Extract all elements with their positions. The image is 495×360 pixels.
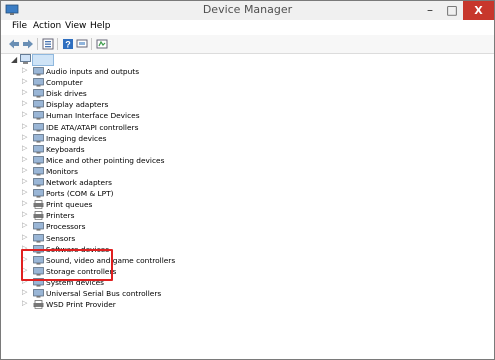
tree-item[interactable]: ▷ IDE ATA/ATAPI controllers xyxy=(4,122,304,133)
expand-arrow-icon[interactable]: ▷ xyxy=(22,77,27,85)
tree-item[interactable]: ▷ Human Interface Devices xyxy=(4,110,304,121)
scan-hardware-icon[interactable] xyxy=(76,38,88,50)
tree-item-label: WSD Print Provider xyxy=(46,300,116,310)
ide-icon xyxy=(33,122,44,132)
tree-item-label: Computer xyxy=(46,78,83,88)
tree-item-label: Universal Serial Bus controllers xyxy=(46,289,162,298)
expand-arrow-icon[interactable]: ▷ xyxy=(22,110,27,118)
tree-item[interactable]: ▷ Printers xyxy=(4,210,304,221)
collapse-icon[interactable]: ◢ xyxy=(11,55,17,64)
expand-arrow-icon[interactable]: ▷ xyxy=(22,177,27,185)
device-tree: ◢ ▷ Audio inputs and outputs ▷ Computer ▷ Dis… xyxy=(4,54,492,357)
menu-help[interactable]: Help xyxy=(90,21,111,31)
tree-item-label: Disk drives xyxy=(46,89,87,99)
expand-arrow-icon[interactable]: ▷ xyxy=(22,233,27,241)
sensor-icon xyxy=(33,233,44,243)
speaker-icon xyxy=(33,67,44,76)
menu-bar: File Action View Help xyxy=(1,20,494,35)
device-view-icon[interactable] xyxy=(96,38,108,50)
tree-item-label: Sensors xyxy=(46,233,76,243)
tree-item[interactable]: ▷ Disk drives xyxy=(4,88,304,99)
tree-item[interactable]: ▷ Network adapters xyxy=(4,177,304,188)
tree-item[interactable]: ▷ Processors xyxy=(4,221,304,232)
tree-item-label: Print queues xyxy=(46,200,93,210)
title-bar[interactable]: Device Manager – □ X xyxy=(1,1,494,20)
printer-icon xyxy=(33,211,44,221)
menu-view[interactable]: View xyxy=(65,21,86,31)
display-adapter-icon xyxy=(33,100,44,109)
back-icon[interactable] xyxy=(8,38,20,50)
tree-item[interactable]: ▷ Monitors xyxy=(4,166,304,177)
tree-item[interactable]: ▷ Mice and other pointing devices xyxy=(4,155,304,166)
tree-item-label: Processors xyxy=(46,222,86,232)
tree-item[interactable]: ▷ Display adapters xyxy=(4,99,304,110)
tree-item-label: Printers xyxy=(46,211,75,221)
processor-icon xyxy=(33,222,44,231)
maximize-button[interactable]: □ xyxy=(441,1,463,20)
highlight-box xyxy=(21,249,113,281)
keyboard-icon xyxy=(33,144,44,154)
expand-arrow-icon[interactable]: ▷ xyxy=(22,188,27,196)
tree-item[interactable]: ▷ Computer xyxy=(4,77,304,88)
toolbar-separator xyxy=(91,38,92,50)
tree-item-label: Ports (COM & LPT) xyxy=(46,189,114,199)
tree-item[interactable]: ▷ WSD Print Provider xyxy=(4,299,304,310)
expand-arrow-icon[interactable]: ▷ xyxy=(22,166,27,174)
help-icon[interactable]: ? xyxy=(62,38,74,50)
tree-item-label: Audio inputs and outputs xyxy=(46,67,140,76)
device-manager-window: Device Manager – □ X File Action View He… xyxy=(0,0,495,360)
svg-text:?: ? xyxy=(65,40,71,50)
expand-arrow-icon[interactable]: ▷ xyxy=(22,221,27,229)
wsd-printer-icon xyxy=(33,300,44,309)
forward-icon[interactable] xyxy=(22,38,34,50)
computer-icon xyxy=(33,78,44,87)
expand-arrow-icon[interactable]: ▷ xyxy=(22,122,27,130)
computer-icon xyxy=(20,54,31,64)
close-button[interactable]: X xyxy=(463,1,494,20)
tree-item-label: Keyboards xyxy=(46,144,85,154)
expand-arrow-icon[interactable]: ▷ xyxy=(22,210,27,218)
menu-file[interactable]: File xyxy=(12,21,27,31)
expand-arrow-icon[interactable]: ▷ xyxy=(22,133,27,141)
properties-icon[interactable] xyxy=(42,38,54,50)
monitor-icon xyxy=(33,167,44,176)
expand-arrow-icon[interactable]: ▷ xyxy=(22,66,27,74)
toolbar-separator xyxy=(37,38,38,50)
toolbar-separator xyxy=(57,38,58,50)
disk-icon xyxy=(33,89,44,98)
menu-action[interactable]: Action xyxy=(33,21,61,31)
toolbar: ? xyxy=(1,35,494,54)
tree-item-label: Mice and other pointing devices xyxy=(46,155,165,165)
expand-arrow-icon[interactable]: ▷ xyxy=(22,88,27,96)
tree-item[interactable]: ▷ Imaging devices xyxy=(4,133,304,144)
tree-item-label: Network adapters xyxy=(46,178,112,187)
computer-name-selected[interactable] xyxy=(32,54,54,66)
tree-item-label: Imaging devices xyxy=(46,133,107,143)
tree-item[interactable]: ▷ Keyboards xyxy=(4,144,304,155)
tree-item[interactable]: ▷ Universal Serial Bus controllers xyxy=(4,288,304,299)
mouse-icon xyxy=(33,155,44,165)
tree-item[interactable]: ▷ Audio inputs and outputs xyxy=(4,66,304,77)
expand-arrow-icon[interactable]: ▷ xyxy=(22,299,27,307)
port-icon xyxy=(33,189,44,198)
expand-arrow-icon[interactable]: ▷ xyxy=(22,288,27,296)
expand-arrow-icon[interactable]: ▷ xyxy=(22,199,27,207)
network-icon xyxy=(33,178,44,187)
hid-icon xyxy=(33,111,44,120)
expand-arrow-icon[interactable]: ▷ xyxy=(22,144,27,152)
tree-item[interactable]: ▷ Sensors xyxy=(4,233,304,244)
tree-item-label: Display adapters xyxy=(46,100,109,110)
tree-item-label: IDE ATA/ATAPI controllers xyxy=(46,122,139,132)
printer-icon xyxy=(33,200,44,209)
expand-arrow-icon[interactable]: ▷ xyxy=(22,155,27,163)
tree-item-label: Human Interface Devices xyxy=(46,111,140,121)
minimize-button[interactable]: – xyxy=(419,1,441,20)
expand-arrow-icon[interactable]: ▷ xyxy=(22,99,27,107)
usb-icon xyxy=(33,289,44,298)
tree-item[interactable]: ▷ Print queues xyxy=(4,199,304,210)
tree-item-label: Monitors xyxy=(46,166,78,176)
camera-icon xyxy=(33,133,44,143)
tree-item[interactable]: ▷ Ports (COM & LPT) xyxy=(4,188,304,199)
